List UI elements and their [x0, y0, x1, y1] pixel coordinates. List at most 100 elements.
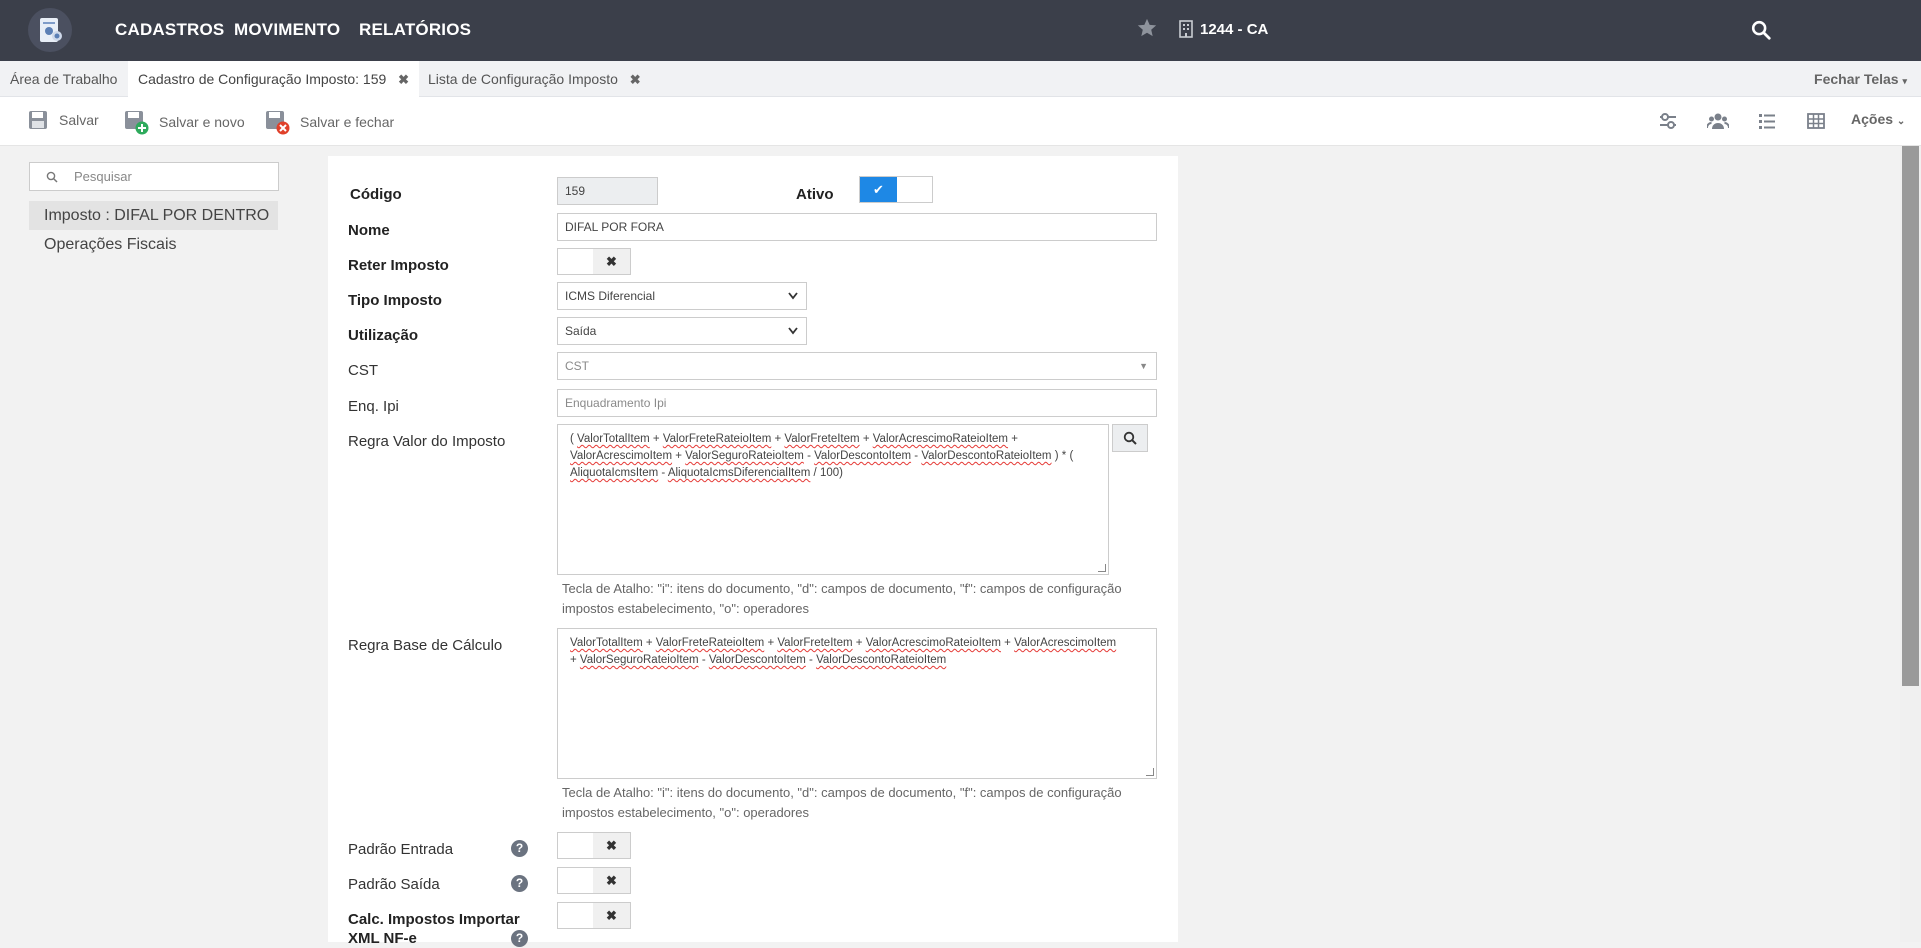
reter-imposto-toggle[interactable]: ✖ [557, 248, 631, 275]
tipo-imposto-select[interactable]: ICMS Diferencial [557, 282, 807, 310]
formula-token: ValorSeguroRateioItem [685, 450, 804, 462]
building-icon [1179, 20, 1193, 38]
regra-base-label: Regra Base de Cálculo [348, 637, 503, 654]
sidebar-search-input[interactable]: Pesquisar [29, 162, 279, 191]
formula-token: ValorSeguroRateioItem [579, 654, 699, 666]
app-logo[interactable] [28, 8, 72, 52]
regra-valor-textarea[interactable]: ( ValorTotalItem + ValorFreteRateioItem … [557, 424, 1109, 575]
shortcut-hint: Tecla de Atalho: "i": itens do documento… [562, 783, 1122, 823]
sidebar-item-operacoes-fiscais[interactable]: Operações Fiscais [29, 230, 278, 259]
sidebar-item-imposto[interactable]: Imposto : DIFAL POR DENTRO [29, 201, 278, 230]
codigo-field: 159 [557, 177, 658, 205]
save-button[interactable]: Salvar [27, 109, 99, 131]
nome-field[interactable]: DIFAL POR FORA [557, 213, 1157, 241]
resize-handle-icon[interactable] [1146, 768, 1154, 776]
page-scrollbar[interactable] [1900, 146, 1921, 942]
save-new-button[interactable]: Salvar e novo [123, 109, 245, 135]
sliders-icon[interactable] [1657, 110, 1679, 135]
favorite-star-icon[interactable] [1136, 17, 1158, 42]
help-icon[interactable]: ? [511, 840, 528, 857]
formula-token: AliquotaIcmsDiferencialItem [667, 467, 811, 479]
search-placeholder: Pesquisar [74, 169, 132, 184]
help-icon[interactable]: ? [511, 930, 528, 947]
utilizacao-value: Saída [565, 324, 597, 338]
formula-token: ValorDescontoRateioItem [816, 654, 947, 666]
tab-lista-configuracao[interactable]: Lista de Configuração Imposto ✖ [418, 61, 651, 97]
form-card: Código 159 Ativo ✔ Nome DIFAL POR FORA R… [328, 156, 1178, 947]
help-icon[interactable]: ? [511, 875, 528, 892]
formula-token: ValorAcrescimoItem [570, 450, 673, 462]
formula-token: ValorTotalItem [570, 637, 643, 649]
padrao-entrada-toggle[interactable]: ✖ [557, 832, 631, 859]
formula-token: ValorFreteRateioItem [655, 637, 765, 649]
caret-down-icon: ▼ [1139, 361, 1148, 371]
utilizacao-label: Utilização [348, 327, 419, 344]
calc-impostos-label-line: Calc. Impostos Importar [348, 911, 520, 928]
tab-label: Cadastro de Configuração Imposto: 159 [138, 71, 387, 87]
padrao-entrada-label: Padrão Entrada [348, 841, 454, 858]
actions-label: Ações [1851, 111, 1894, 127]
codigo-label: Código [350, 186, 402, 203]
regra-base-textarea[interactable]: ValorTotalItem + ValorFreteRateioItem + … [557, 628, 1157, 779]
top-navbar: CADASTROS MOVIMENTO RELATÓRIOS 1244 - CA [0, 0, 1921, 61]
save-close-button[interactable]: Salvar e fechar [264, 109, 394, 135]
formula-token: ValorTotalItem [577, 433, 650, 445]
table-grid-icon[interactable] [1805, 110, 1827, 135]
enq-ipi-field[interactable]: Enquadramento Ipi [557, 389, 1157, 417]
formula-token: ValorDescontoItem [708, 654, 806, 666]
nav-movimento[interactable]: MOVIMENTO [234, 20, 340, 40]
chevron-down-icon [788, 318, 798, 353]
nome-label: Nome [348, 222, 390, 239]
company-label: 1244 - CA [1200, 20, 1269, 38]
list-icon[interactable] [1756, 110, 1778, 135]
formula-search-button[interactable] [1112, 424, 1148, 452]
cst-select[interactable]: CST ▼ [557, 352, 1157, 380]
regra-base-line: ValorTotalItem + ValorFreteRateioItem + … [570, 637, 1117, 649]
save-close-label: Salvar e fechar [300, 114, 395, 130]
ativo-toggle[interactable]: ✔ [859, 176, 933, 203]
close-tab-icon[interactable]: ✖ [630, 72, 641, 87]
calc-impostos-toggle[interactable]: ✖ [557, 902, 631, 929]
padrao-saida-toggle[interactable]: ✖ [557, 867, 631, 894]
tab-area-trabalho[interactable]: Área de Trabalho [0, 61, 127, 97]
tab-label: Área de Trabalho [10, 71, 118, 87]
nav-cadastros[interactable]: CADASTROS [115, 20, 224, 40]
global-search-icon[interactable] [1750, 19, 1772, 44]
app-logo-icon [40, 18, 62, 42]
enq-ipi-label: Enq. Ipi [348, 398, 399, 415]
regra-valor-label: Regra Valor do Imposto [348, 433, 506, 450]
action-toolbar: Salvar Salvar e novo Salvar e fechar Açõ… [0, 97, 1921, 146]
actions-dropdown[interactable]: Ações ⌄ [1851, 111, 1905, 127]
scrollbar-thumb[interactable] [1902, 146, 1919, 686]
resize-handle-icon[interactable] [1098, 564, 1106, 572]
close-all-label: Fechar Telas [1814, 71, 1899, 87]
tab-label: Lista de Configuração Imposto [428, 71, 618, 87]
close-icon: ✖ [593, 868, 630, 893]
nav-relatorios[interactable]: RELATÓRIOS [359, 20, 471, 40]
formula-token: ValorDescontoRateioItem [921, 450, 1052, 462]
regra-valor-line: ValorAcrescimoItem + ValorSeguroRateioIt… [570, 450, 1074, 462]
tab-cadastro-configuracao[interactable]: Cadastro de Configuração Imposto: 159 ✖ [128, 61, 420, 97]
formula-token: ValorAcrescimoRateioItem [872, 433, 1009, 445]
regra-valor-line: AliquotaIcmsItem - AliquotaIcmsDiferenci… [570, 467, 843, 479]
tab-bar: Área de Trabalho Cadastro de Configuraçã… [0, 61, 1921, 97]
tipo-imposto-label: Tipo Imposto [348, 292, 442, 309]
users-group-icon[interactable] [1706, 110, 1730, 135]
search-icon [1123, 431, 1137, 445]
reter-imposto-label: Reter Imposto [348, 257, 449, 274]
utilizacao-select[interactable]: Saída [557, 317, 807, 345]
shortcut-hint: Tecla de Atalho: "i": itens do documento… [562, 579, 1122, 619]
hint-line: Tecla de Atalho: "i": itens do documento… [562, 785, 1122, 800]
close-tab-icon[interactable]: ✖ [398, 72, 409, 87]
cst-placeholder: CST [565, 359, 589, 373]
ativo-label: Ativo [796, 186, 834, 203]
save-label: Salvar [59, 112, 99, 128]
hint-line: Tecla de Atalho: "i": itens do documento… [562, 581, 1122, 596]
calc-impostos-label: Calc. Impostos Importar XML NF-e [348, 910, 520, 948]
regra-base-line: + ValorSeguroRateioItem - ValorDescontoI… [570, 654, 947, 666]
close-all-tabs-button[interactable]: Fechar Telas ▾ [1814, 61, 1907, 99]
padrao-saida-label: Padrão Saída [348, 876, 440, 893]
formula-token: ValorAcrescimoItem [1014, 637, 1117, 649]
chevron-down-icon [788, 283, 798, 318]
company-selector[interactable]: 1244 - CA [1178, 20, 1268, 38]
